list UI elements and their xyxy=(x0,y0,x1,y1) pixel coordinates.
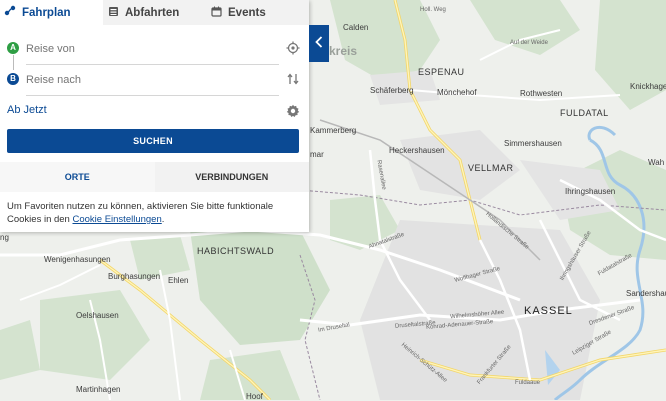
place-rothwesten: Rothwesten xyxy=(520,89,563,98)
tab-events-label: Events xyxy=(228,6,266,19)
place-burghasungen: Burghasungen xyxy=(108,272,161,281)
place-fuldatal: FULDATAL xyxy=(560,108,609,118)
place-moenchehof: Mönchehof xyxy=(437,88,477,97)
swap-icon[interactable] xyxy=(287,72,299,91)
destination-input[interactable] xyxy=(26,73,266,86)
tab-abfahrten[interactable]: Abfahrten xyxy=(103,0,205,25)
origin-marker: A xyxy=(7,42,19,54)
tab-fahrplan-label: Fahrplan xyxy=(22,6,71,19)
place-martinhagen: Martinhagen xyxy=(76,385,121,394)
place-oelshausen: Oelshausen xyxy=(76,311,119,320)
place-espenau: ESPENAU xyxy=(418,67,465,77)
settings-gear-icon[interactable] xyxy=(286,104,300,123)
place-wenigenhasungen: Wenigenhasungen xyxy=(44,255,111,264)
locate-me-icon[interactable] xyxy=(286,41,300,60)
place-vellmar: VELLMAR xyxy=(468,163,514,173)
place-ehlen: Ehlen xyxy=(168,276,189,285)
destination-divider xyxy=(26,95,279,96)
place-ihringshausen: Ihringshausen xyxy=(565,187,616,196)
place-schaeferberg: Schäferberg xyxy=(370,86,414,95)
collapse-panel-button[interactable] xyxy=(309,25,329,62)
search-button[interactable]: SUCHEN xyxy=(7,129,299,153)
sub-tab-bar: ORTE VERBINDUNGEN xyxy=(0,162,309,192)
tab-abfahrten-label: Abfahrten xyxy=(125,6,180,19)
origin-input[interactable] xyxy=(26,42,266,55)
tab-verbindungen[interactable]: VERBINDUNGEN xyxy=(155,162,310,192)
destination-marker: B xyxy=(7,73,19,85)
cookie-settings-link[interactable]: Cookie Einstellungen xyxy=(72,214,161,225)
origin-divider xyxy=(26,64,279,65)
route-icon xyxy=(4,5,16,20)
road-holl-weg: Holl. Weg xyxy=(420,7,446,13)
place-sandershausen: Sandershau xyxy=(626,289,666,298)
place-knickhagen: Knickhage xyxy=(630,82,666,91)
place-ng: ng xyxy=(0,233,9,242)
place-wah: Wah xyxy=(648,158,665,167)
place-calden: Calden xyxy=(343,23,369,32)
route-connector-line xyxy=(12,55,14,70)
tab-fahrplan[interactable]: Fahrplan xyxy=(0,0,103,25)
place-simmershausen: Simmershausen xyxy=(504,139,562,148)
place-kammerberg: Kammerberg xyxy=(310,126,357,135)
road-auf-der-weide: Auf der Weide xyxy=(510,40,548,46)
place-mar: mar xyxy=(310,150,324,159)
cookie-notice: Um Favoriten nutzen zu können, aktiviere… xyxy=(7,200,303,226)
road-fuldaaue: Fuldaaue xyxy=(515,380,541,386)
place-heckershausen: Heckershausen xyxy=(389,146,445,155)
chevron-left-icon xyxy=(315,35,323,53)
tab-events[interactable]: Events xyxy=(205,0,309,25)
departures-board-icon xyxy=(108,6,119,20)
place-habichtswald: HABICHTSWALD xyxy=(197,246,275,256)
calendar-icon xyxy=(211,6,222,20)
main-tab-bar: Fahrplan Abfahrten Events xyxy=(0,0,309,25)
place-kassel: KASSEL xyxy=(524,305,573,317)
departure-time-link[interactable]: Ab Jetzt xyxy=(7,104,47,116)
cookie-notice-end: . xyxy=(161,214,165,225)
tab-orte[interactable]: ORTE xyxy=(0,162,155,192)
place-kreis: kreis xyxy=(329,44,358,58)
journey-planner-panel: Fahrplan Abfahrten Events A B Ab Jetzt S… xyxy=(0,0,309,232)
